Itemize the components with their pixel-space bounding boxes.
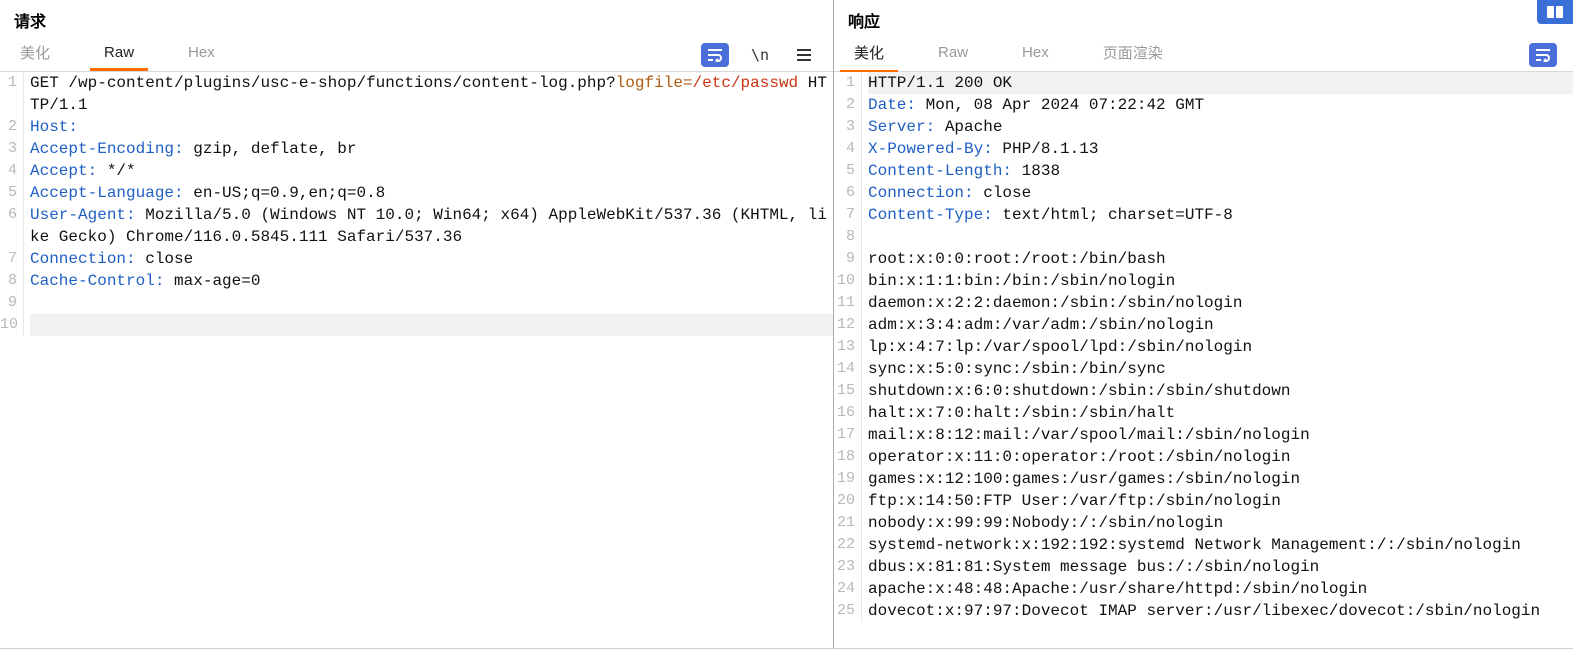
code-line[interactable]: Content-Length: 1838 xyxy=(868,160,1573,182)
code-line[interactable]: mail:x:8:12:mail:/var/spool/mail:/sbin/n… xyxy=(868,424,1573,446)
line-number: 10 xyxy=(0,314,19,336)
line-number: 2 xyxy=(0,116,19,138)
code-line[interactable]: Host: xyxy=(30,116,833,138)
code-line[interactable]: daemon:x:2:2:daemon:/sbin:/sbin/nologin xyxy=(868,292,1573,314)
line-number: 14 xyxy=(834,358,857,380)
line-number: 25 xyxy=(834,600,857,622)
line-number: 9 xyxy=(834,248,857,270)
request-tabbar: 美化 Raw Hex \n xyxy=(0,38,833,72)
line-number: 16 xyxy=(834,402,857,424)
code-line[interactable] xyxy=(30,314,833,336)
tab-pretty-resp[interactable]: 美化 xyxy=(840,36,898,73)
code-line[interactable]: Connection: close xyxy=(868,182,1573,204)
line-number: 5 xyxy=(834,160,857,182)
code-line[interactable]: halt:x:7:0:halt:/sbin:/sbin/halt xyxy=(868,402,1573,424)
tab-raw-resp[interactable]: Raw xyxy=(924,38,982,71)
code-line[interactable]: Accept-Language: en-US;q=0.9,en;q=0.8 xyxy=(30,182,833,204)
code-line[interactable]: X-Powered-By: PHP/8.1.13 xyxy=(868,138,1573,160)
code-line[interactable]: operator:x:11:0:operator:/root:/sbin/nol… xyxy=(868,446,1573,468)
tab-hex[interactable]: Hex xyxy=(174,38,229,71)
wrap-toggle-icon[interactable] xyxy=(701,43,729,67)
line-number: 4 xyxy=(0,160,19,182)
menu-icon[interactable] xyxy=(791,43,817,67)
line-number: 7 xyxy=(0,248,19,270)
line-number: 23 xyxy=(834,556,857,578)
code-line[interactable]: User-Agent: Mozilla/5.0 (Windows NT 10.0… xyxy=(30,204,833,248)
line-number: 4 xyxy=(834,138,857,160)
response-panel: 响应 美化 Raw Hex 页面渲染 123456789101112131415… xyxy=(834,0,1573,649)
code-line[interactable]: HTTP/1.1 200 OK xyxy=(868,72,1573,94)
request-panel: 请求 美化 Raw Hex \n 12345678910 GET /wp-con… xyxy=(0,0,834,649)
line-number: 1 xyxy=(834,72,857,94)
code-line[interactable]: GET /wp-content/plugins/usc-e-shop/funct… xyxy=(30,72,833,116)
line-number: 7 xyxy=(834,204,857,226)
tab-hex-resp[interactable]: Hex xyxy=(1008,38,1063,71)
line-number: 18 xyxy=(834,446,857,468)
show-newline-icon[interactable]: \n xyxy=(747,43,773,67)
code-line[interactable]: Connection: close xyxy=(30,248,833,270)
code-line[interactable]: sync:x:5:0:sync:/sbin:/bin/sync xyxy=(868,358,1573,380)
code-line[interactable] xyxy=(868,226,1573,248)
code-line[interactable]: Server: Apache xyxy=(868,116,1573,138)
line-number: 8 xyxy=(834,226,857,248)
code-line[interactable] xyxy=(30,292,833,314)
code-line[interactable]: Cache-Control: max-age=0 xyxy=(30,270,833,292)
request-toolbar: \n xyxy=(701,43,827,67)
code-line[interactable]: games:x:12:100:games:/usr/games:/sbin/no… xyxy=(868,468,1573,490)
tab-pretty[interactable]: 美化 xyxy=(6,36,64,73)
line-number: 12 xyxy=(834,314,857,336)
line-number: 20 xyxy=(834,490,857,512)
code-line[interactable]: shutdown:x:6:0:shutdown:/sbin:/sbin/shut… xyxy=(868,380,1573,402)
code-line[interactable]: lp:x:4:7:lp:/var/spool/lpd:/sbin/nologin xyxy=(868,336,1573,358)
line-number: 22 xyxy=(834,534,857,556)
response-toolbar xyxy=(1529,43,1567,67)
line-number: 10 xyxy=(834,270,857,292)
request-title: 请求 xyxy=(0,0,833,38)
tab-render-resp[interactable]: 页面渲染 xyxy=(1089,36,1177,73)
code-line[interactable]: Date: Mon, 08 Apr 2024 07:22:42 GMT xyxy=(868,94,1573,116)
request-editor[interactable]: 12345678910 GET /wp-content/plugins/usc-… xyxy=(0,72,833,648)
line-number: 24 xyxy=(834,578,857,600)
code-line[interactable]: dbus:x:81:81:System message bus:/:/sbin/… xyxy=(868,556,1573,578)
line-number: 6 xyxy=(834,182,857,204)
code-line[interactable]: ftp:x:14:50:FTP User:/var/ftp:/sbin/nolo… xyxy=(868,490,1573,512)
response-editor[interactable]: 1234567891011121314151617181920212223242… xyxy=(834,72,1573,648)
response-title: 响应 xyxy=(834,0,1573,38)
code-line[interactable]: Accept-Encoding: gzip, deflate, br xyxy=(30,138,833,160)
line-number: 15 xyxy=(834,380,857,402)
line-number: 1 xyxy=(0,72,19,116)
line-number: 9 xyxy=(0,292,19,314)
line-number: 13 xyxy=(834,336,857,358)
line-number: 6 xyxy=(0,204,19,248)
line-number: 17 xyxy=(834,424,857,446)
line-number: 21 xyxy=(834,512,857,534)
tab-raw[interactable]: Raw xyxy=(90,38,148,71)
code-line[interactable]: root:x:0:0:root:/root:/bin/bash xyxy=(868,248,1573,270)
line-number: 19 xyxy=(834,468,857,490)
code-line[interactable]: Content-Type: text/html; charset=UTF-8 xyxy=(868,204,1573,226)
line-number: 3 xyxy=(0,138,19,160)
line-number: 3 xyxy=(834,116,857,138)
code-line[interactable]: bin:x:1:1:bin:/bin:/sbin/nologin xyxy=(868,270,1573,292)
layout-columns-icon[interactable] xyxy=(1537,0,1573,24)
response-tabbar: 美化 Raw Hex 页面渲染 xyxy=(834,38,1573,72)
line-number: 11 xyxy=(834,292,857,314)
code-line[interactable]: nobody:x:99:99:Nobody:/:/sbin/nologin xyxy=(868,512,1573,534)
line-number: 8 xyxy=(0,270,19,292)
line-number: 2 xyxy=(834,94,857,116)
wrap-toggle-icon-resp[interactable] xyxy=(1529,43,1557,67)
line-number: 5 xyxy=(0,182,19,204)
code-line[interactable]: systemd-network:x:192:192:systemd Networ… xyxy=(868,534,1573,556)
code-line[interactable]: Accept: */* xyxy=(30,160,833,182)
code-line[interactable]: dovecot:x:97:97:Dovecot IMAP server:/usr… xyxy=(868,600,1573,622)
code-line[interactable]: adm:x:3:4:adm:/var/adm:/sbin/nologin xyxy=(868,314,1573,336)
code-line[interactable]: apache:x:48:48:Apache:/usr/share/httpd:/… xyxy=(868,578,1573,600)
